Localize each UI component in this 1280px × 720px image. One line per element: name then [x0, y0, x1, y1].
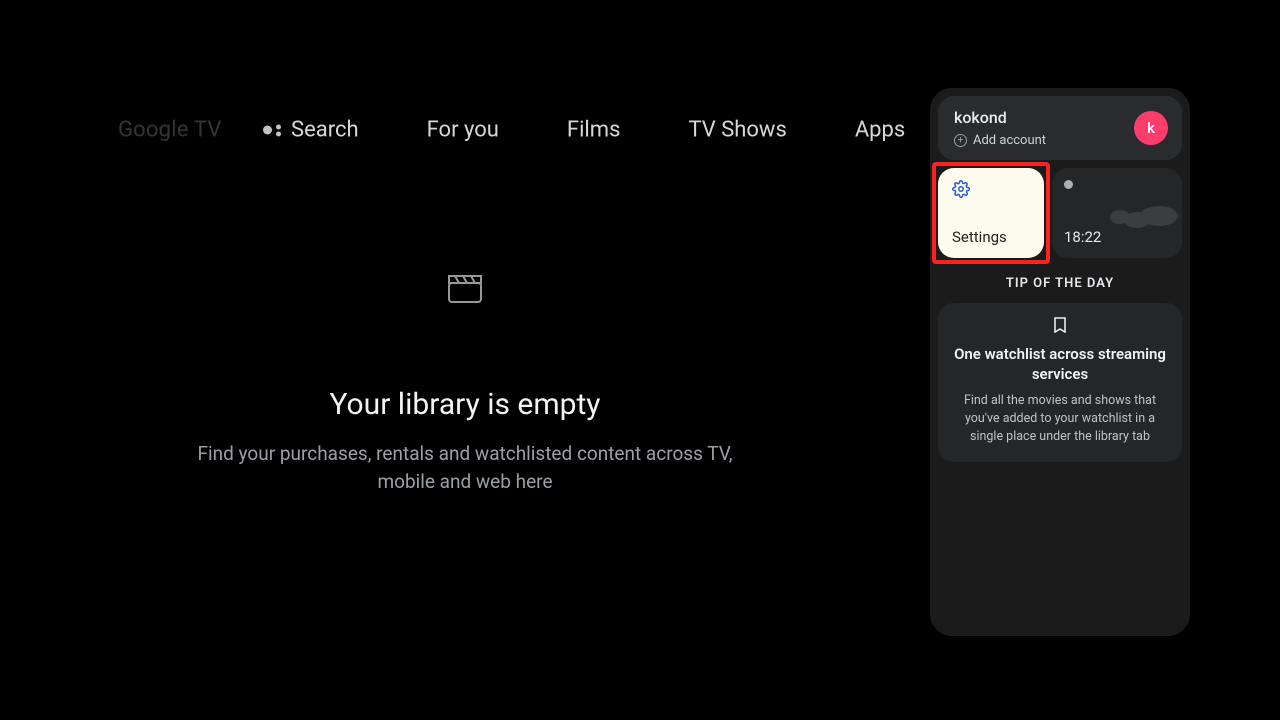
brand-label: Google TV [118, 118, 222, 143]
add-account-button[interactable]: + Add account [954, 133, 1046, 148]
add-account-label: Add account [973, 133, 1046, 148]
quick-panel: kokond + Add account k Settings [930, 88, 1190, 636]
settings-tile-wrapper: Settings [938, 168, 1044, 258]
plus-icon: + [954, 134, 967, 147]
empty-state-subtitle: Find your purchases, rentals and watchli… [185, 440, 745, 495]
nav-tv-shows[interactable]: TV Shows [670, 108, 804, 153]
settings-label: Settings [952, 228, 1030, 246]
account-name: kokond [954, 108, 1046, 127]
bookmark-icon [1053, 317, 1067, 337]
tip-of-the-day-label: TIP OF THE DAY [938, 276, 1182, 291]
nav-apps[interactable]: Apps [837, 108, 923, 153]
nav-for-you[interactable]: For you [409, 108, 517, 153]
weather-time-tile[interactable]: 18:22 [1052, 168, 1182, 258]
tip-card[interactable]: One watchlist across streaming services … [938, 303, 1182, 462]
nav-search-label: Search [291, 118, 359, 143]
nav-films[interactable]: Films [549, 108, 639, 153]
clapperboard-icon [448, 275, 482, 307]
tip-body: Find all the movies and shows that you'v… [950, 392, 1170, 446]
nav-search[interactable]: Search [245, 108, 377, 153]
assistant-icon [263, 124, 281, 136]
clock-time: 18:22 [1064, 228, 1101, 246]
settings-tile[interactable]: Settings [938, 168, 1044, 258]
gear-icon [952, 180, 970, 198]
empty-state-title: Your library is empty [0, 387, 930, 422]
library-empty-state: Your library is empty Find your purchase… [0, 275, 930, 495]
account-card[interactable]: kokond + Add account k [938, 96, 1182, 160]
tip-title: One watchlist across streaming services [950, 345, 1170, 384]
moon-icon [1064, 180, 1073, 189]
avatar[interactable]: k [1134, 111, 1168, 145]
